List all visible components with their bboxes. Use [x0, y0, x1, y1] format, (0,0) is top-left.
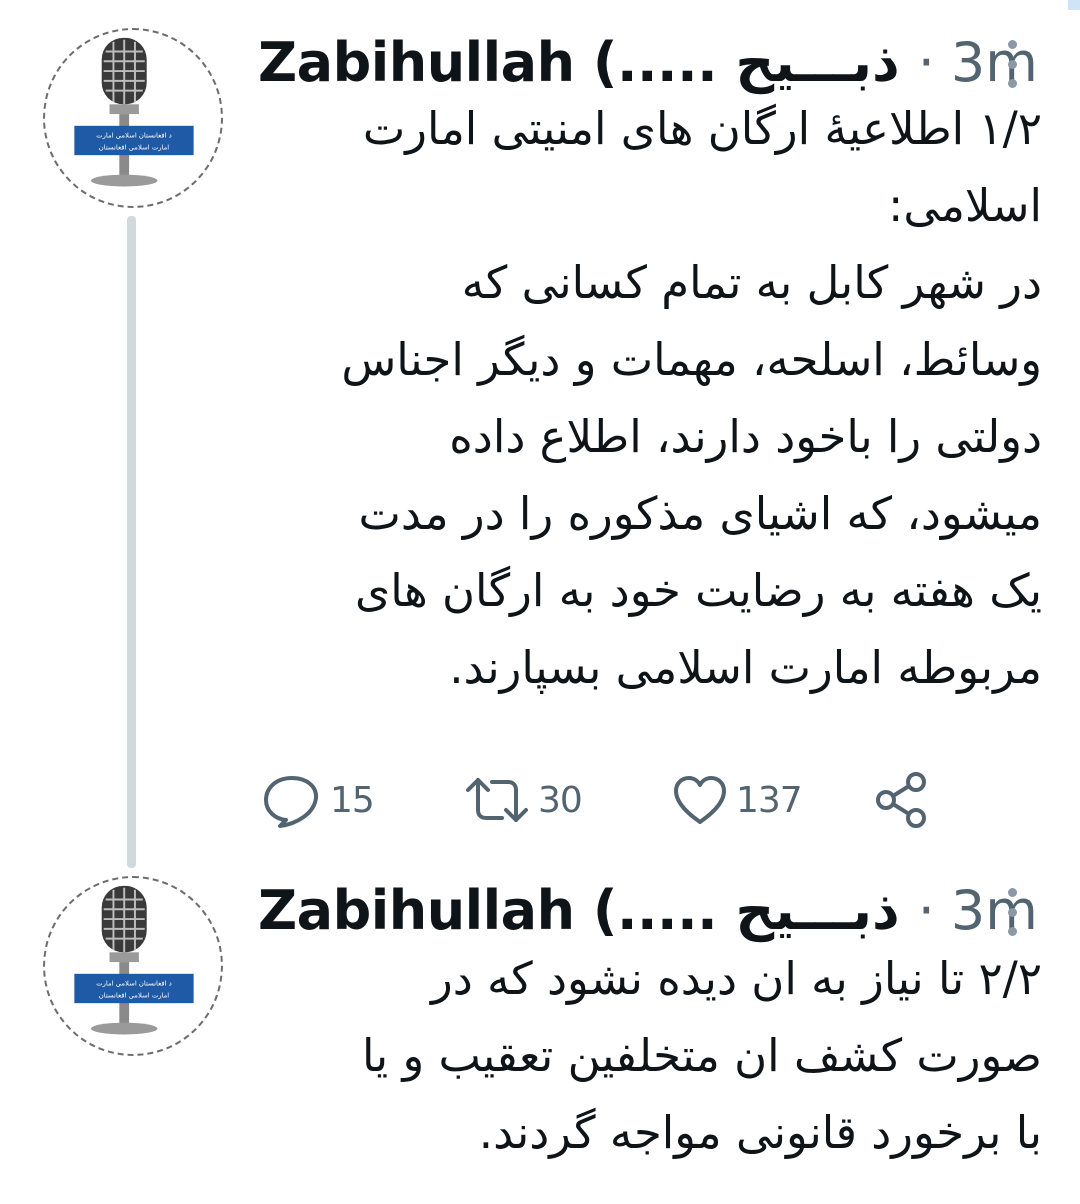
tweet-header: Zabihullah (..... ذبـــیح · 3m [258, 876, 1038, 946]
like-icon [674, 776, 726, 824]
tweet-actions: 15 30 137 [0, 768, 1080, 832]
tweet-text: ۲/۲ تا نیاز به ان دیده نشود که در صورت ک… [361, 952, 1042, 1159]
author-name[interactable]: Zabihullah (..... ذبـــیح [258, 28, 900, 98]
separator-dot: · [917, 31, 935, 94]
separator-dot: · [917, 879, 935, 942]
tweet-2[interactable]: د افغانستان اسلامي امارت امارت اسلامی اف… [0, 876, 1080, 1196]
reply-button[interactable]: 15 [262, 768, 375, 832]
avatar-caption-1: د افغانستان اسلامي امارت [96, 132, 172, 140]
retweet-icon [466, 778, 528, 822]
reply-icon [264, 776, 319, 828]
like-button[interactable]: 137 [672, 768, 803, 832]
microphone-logo-image: د افغانستان اسلامي امارت امارت اسلامی اف… [74, 37, 194, 187]
retweet-count: 30 [538, 779, 583, 821]
reply-count: 15 [330, 779, 375, 821]
tweet-1[interactable]: د افغانستان اسلامي امارت امارت اسلامی اف… [0, 28, 1080, 828]
author-name[interactable]: Zabihullah (..... ذبـــیح [258, 876, 900, 946]
avatar-caption-2: امارت اسلامی افغانستان [99, 991, 170, 999]
share-icon [876, 772, 926, 828]
timestamp[interactable]: 3m [951, 876, 1038, 946]
microphone-logo-image: د افغانستان اسلامي امارت امارت اسلامی اف… [74, 885, 194, 1035]
avatar-microphone-logo[interactable]: د افغانستان اسلامي امارت امارت اسلامی اف… [43, 876, 223, 1056]
tweet-header: Zabihullah (..... ذبـــیح · 3m [258, 28, 1038, 98]
tweet-text: ۱/۲ اطلاعیهٔ ارگان های امنیتی امارت اسلا… [341, 102, 1042, 694]
more-options-icon[interactable] [1000, 888, 1024, 936]
like-count: 137 [736, 779, 803, 821]
avatar-caption-2: امارت اسلامی افغانستان [99, 143, 170, 151]
share-button[interactable] [872, 768, 932, 832]
avatar-caption-1: د افغانستان اسلامي امارت [96, 980, 172, 988]
more-options-icon[interactable] [1000, 40, 1024, 88]
retweet-button[interactable]: 30 [464, 768, 583, 832]
scrollbar-indicator[interactable] [1068, 0, 1080, 10]
timestamp[interactable]: 3m [951, 28, 1038, 98]
avatar-microphone-logo[interactable]: د افغانستان اسلامي امارت امارت اسلامی اف… [43, 28, 223, 208]
